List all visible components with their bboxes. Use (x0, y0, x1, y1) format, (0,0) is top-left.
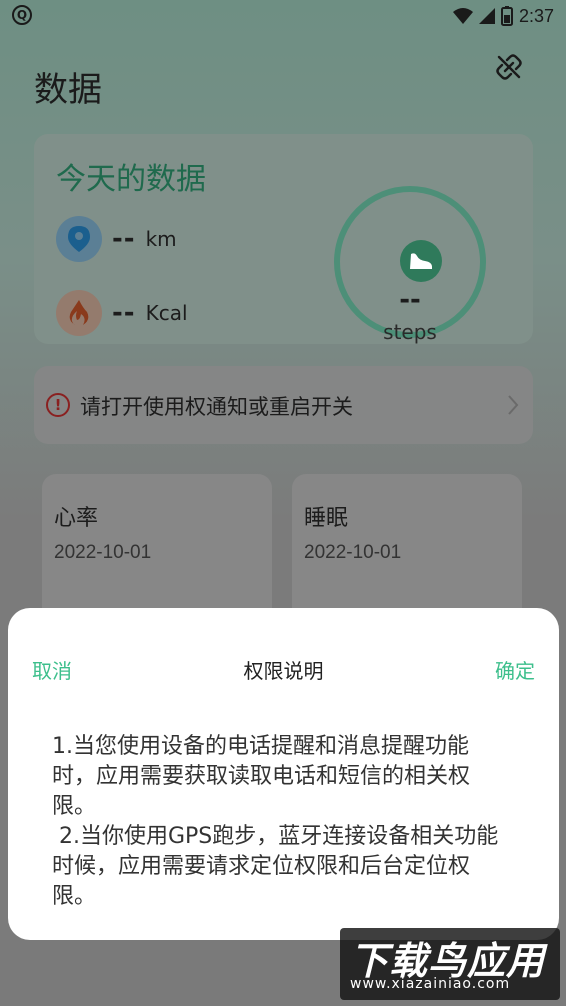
clock: 2:37 (518, 5, 554, 26)
alert-icon: ! (46, 393, 70, 417)
dialog-body-text: 1.当您使用设备的电话提醒和消息提醒功能时，应用需要获取读取电话和短信的相关权限… (52, 734, 499, 909)
today-data-card[interactable]: 今天的数据 -- km -- Kcal -- steps (34, 134, 533, 344)
link-off-icon[interactable] (496, 54, 522, 80)
app-notification-icon: Q (12, 5, 32, 25)
notice-text: 请打开使用权通知或重启开关 (80, 395, 353, 419)
sleep-card[interactable]: 睡眠 2022-10-01 (292, 474, 522, 624)
sleep-title: 睡眠 (304, 506, 349, 531)
watermark: 下载鸟应用 www.xiazainiao.com (340, 928, 560, 1000)
status-bar: Q 2:37 (0, 0, 566, 32)
flame-icon (56, 290, 102, 336)
location-pin-icon (56, 216, 102, 262)
steps-value: -- (399, 285, 421, 315)
permission-notice[interactable]: ! 请打开使用权通知或重启开关 (34, 366, 533, 444)
steps-ring: -- steps (334, 186, 486, 344)
distance-unit: km (145, 227, 177, 251)
page-title: 数据 (34, 70, 102, 110)
chevron-right-icon (508, 395, 519, 415)
heart-rate-date: 2022-10-01 (54, 542, 152, 563)
shoe-icon (400, 240, 442, 282)
sleep-date: 2022-10-01 (304, 542, 402, 563)
heart-rate-card[interactable]: 心率 2022-10-01 (42, 474, 272, 624)
steps-unit: steps (383, 320, 437, 344)
heart-rate-title: 心率 (54, 506, 99, 531)
status-icons: 2:37 (452, 4, 554, 28)
calories-row: -- Kcal (56, 290, 188, 336)
today-title: 今天的数据 (56, 162, 206, 197)
battery-icon (500, 6, 513, 26)
dialog-title: 权限说明 (243, 659, 324, 683)
confirm-button[interactable]: 确定 (495, 655, 535, 684)
cancel-button[interactable]: 取消 (32, 655, 72, 684)
distance-value: -- (112, 224, 136, 254)
calories-value: -- (112, 298, 136, 328)
dialog-body: 1.当您使用设备的电话提醒和消息提醒功能时，应用需要获取读取电话和短信的相关权限… (52, 732, 512, 912)
permission-dialog: 权限说明 取消 确定 1.当您使用设备的电话提醒和消息提醒功能时，应用需要获取读… (8, 608, 559, 940)
wifi-icon (452, 8, 473, 24)
signal-icon (478, 8, 495, 24)
calories-unit: Kcal (145, 301, 188, 325)
distance-row: -- km (56, 216, 177, 262)
watermark-url: www.xiazainiao.com (350, 976, 511, 992)
